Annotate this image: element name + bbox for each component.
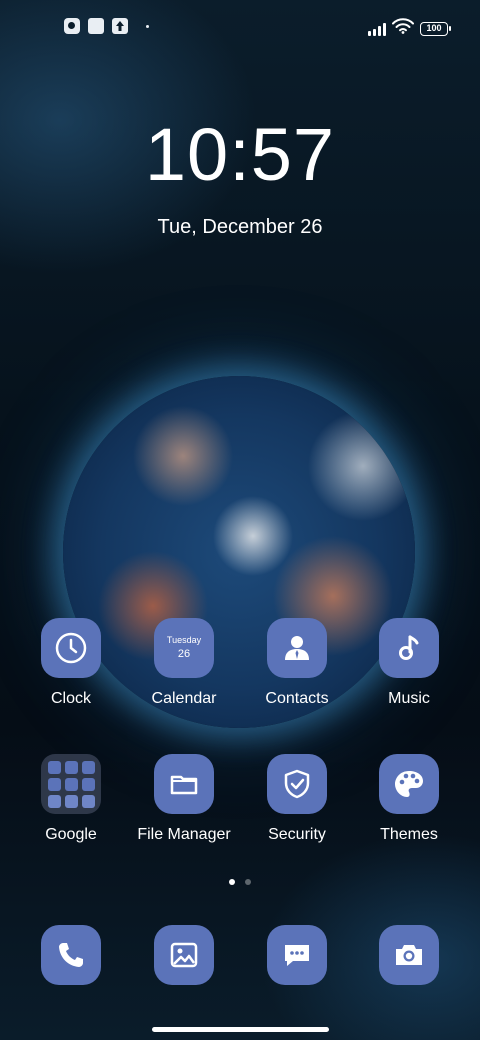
app-label: Music xyxy=(388,690,430,707)
app-security[interactable]: Security xyxy=(242,754,352,844)
app-google-folder[interactable]: Google xyxy=(16,754,126,844)
contacts-icon xyxy=(267,618,327,678)
camera-icon[interactable] xyxy=(379,925,439,985)
app-label: Contacts xyxy=(265,690,329,707)
calendar-icon: Tuesday 26 xyxy=(154,618,214,678)
page-dot-active[interactable] xyxy=(229,879,235,885)
app-notification-icon xyxy=(64,18,80,34)
signal-icon xyxy=(368,22,386,36)
app-contacts[interactable]: Contacts xyxy=(242,618,352,708)
palette-icon xyxy=(379,754,439,814)
more-notifications-dot xyxy=(146,24,149,28)
calendar-date: 26 xyxy=(177,648,191,661)
google-folder-icon xyxy=(41,754,101,814)
app-label: Clock xyxy=(50,690,91,707)
app-themes[interactable]: Themes xyxy=(354,754,464,844)
shield-check-icon xyxy=(267,754,327,814)
app-label: Themes xyxy=(380,826,438,843)
battery-level: 100 xyxy=(426,22,442,33)
upload-notification-icon xyxy=(112,18,128,34)
clock-date[interactable]: Tue, December 26 xyxy=(0,216,480,239)
home-indicator[interactable] xyxy=(152,1027,329,1032)
app-music[interactable]: Music xyxy=(354,618,464,708)
battery-indicator: 100 xyxy=(420,21,451,36)
gallery-icon[interactable] xyxy=(154,925,214,985)
app-clock[interactable]: Clock xyxy=(16,618,126,708)
status-bar-left xyxy=(64,18,149,34)
square-notification-icon xyxy=(88,18,104,34)
status-bar-right: 100 xyxy=(368,18,451,39)
wifi-icon xyxy=(392,18,414,39)
calendar-weekday: Tuesday xyxy=(166,634,202,645)
messages-icon[interactable] xyxy=(267,925,327,985)
app-label: Security xyxy=(268,826,326,843)
music-icon xyxy=(379,618,439,678)
app-label: Calendar xyxy=(151,690,217,707)
app-label: Google xyxy=(45,826,97,843)
app-file-manager[interactable]: File Manager xyxy=(129,754,239,844)
clock-icon xyxy=(41,618,101,678)
app-label: File Manager xyxy=(137,826,231,843)
page-dot[interactable] xyxy=(245,879,251,885)
folder-icon xyxy=(154,754,214,814)
app-calendar[interactable]: Tuesday 26 Calendar xyxy=(129,618,239,708)
phone-icon[interactable] xyxy=(41,925,101,985)
clock-time[interactable]: 10:57 xyxy=(0,112,480,197)
page-indicator[interactable] xyxy=(0,879,480,885)
